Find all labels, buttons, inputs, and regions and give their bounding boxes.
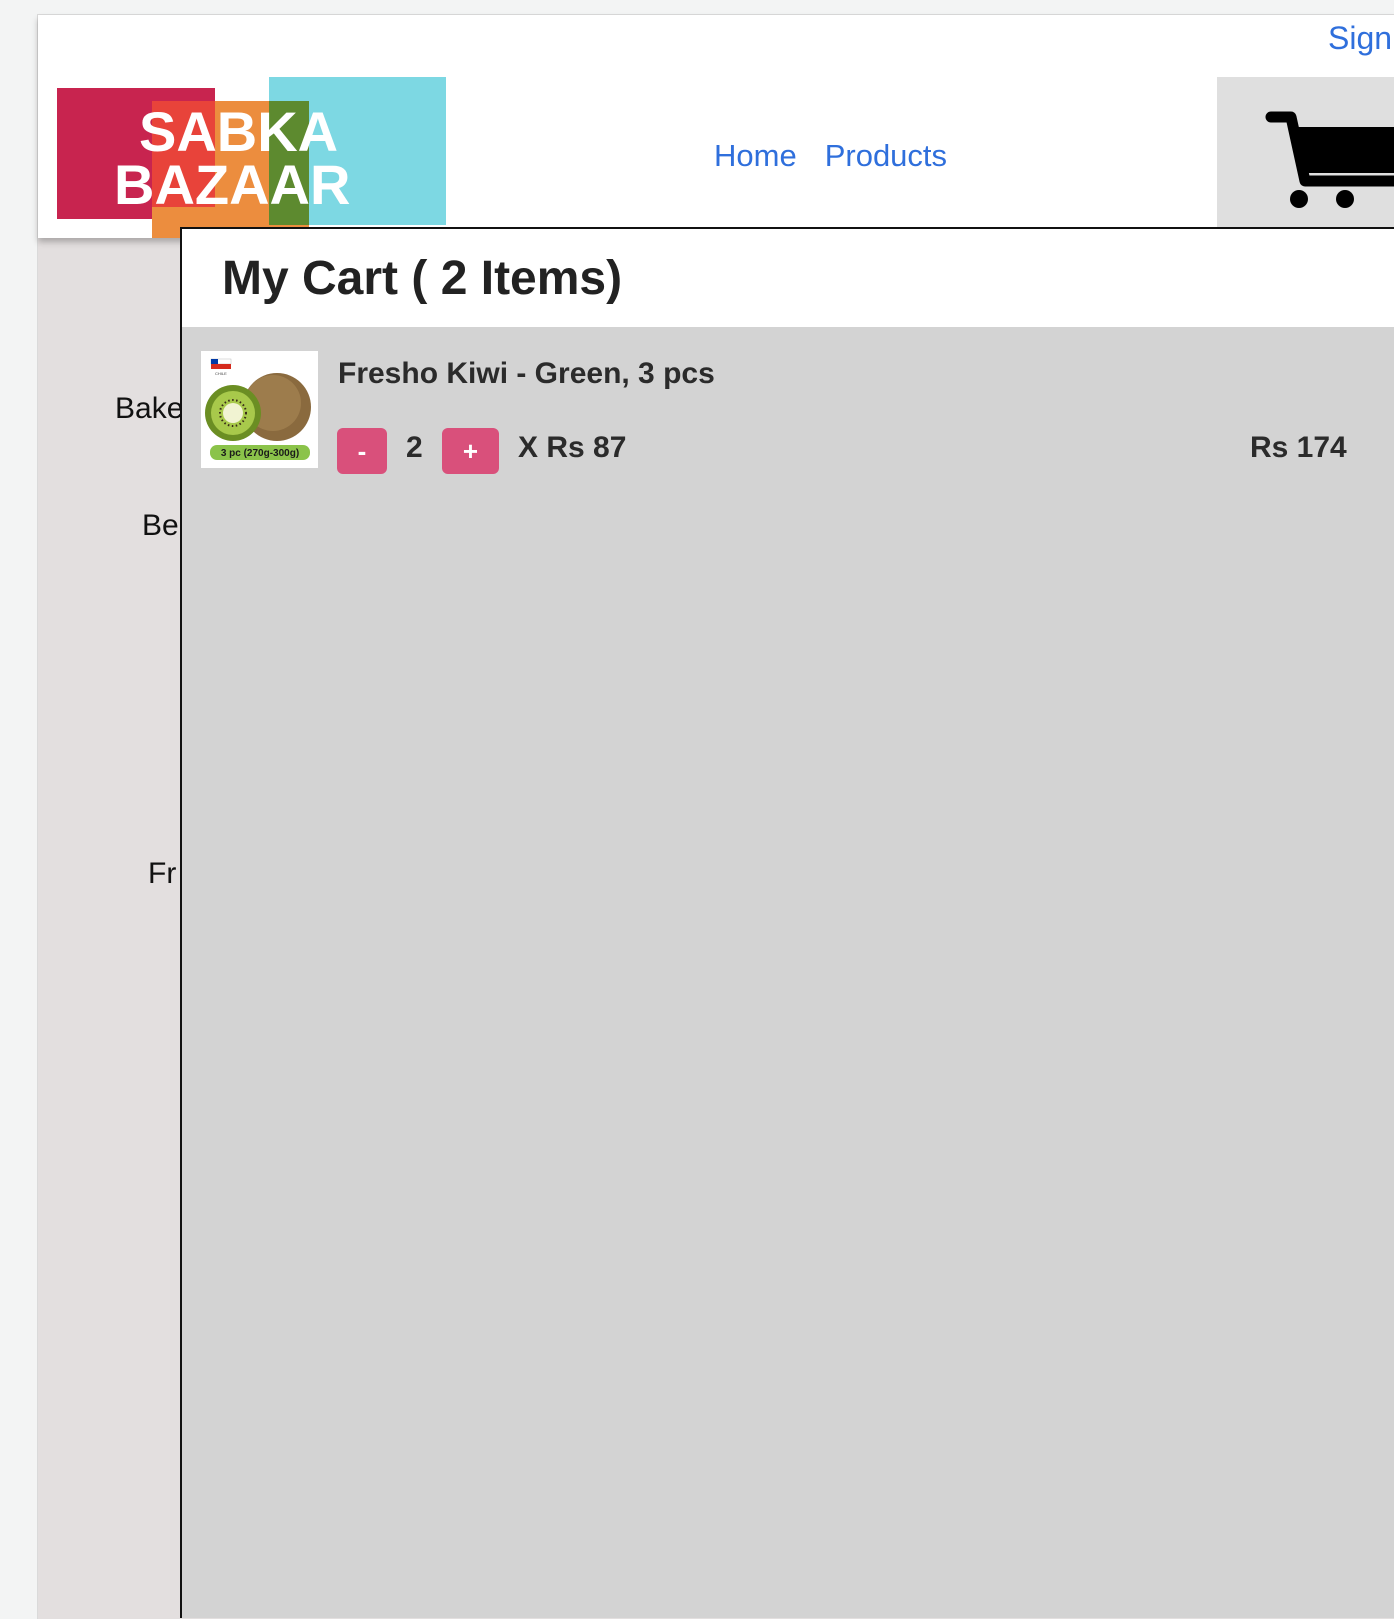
pack-size-label: 3 pc (270g-300g) xyxy=(221,448,299,459)
category-item[interactable]: Be xyxy=(142,509,179,543)
item-quantity: 2 xyxy=(406,431,423,464)
cart-title: My Cart ( 2 Items) xyxy=(222,252,623,305)
category-item[interactable]: Fr xyxy=(148,857,176,891)
nav-home[interactable]: Home xyxy=(714,138,797,174)
item-name: Fresho Kiwi - Green, 3 pcs xyxy=(338,357,715,390)
main-nav: Home Products xyxy=(714,138,947,174)
line-total: Rs 174 xyxy=(1250,431,1347,464)
site-header: Sign SABKA BAZAAR Home Products xyxy=(38,15,1394,238)
decrement-button[interactable]: - xyxy=(337,428,387,474)
cart-panel: My Cart ( 2 Items) CHILE 3 pc (270g-300g… xyxy=(180,227,1394,1618)
cart-icon xyxy=(1265,111,1394,208)
nav-products[interactable]: Products xyxy=(825,138,947,174)
logo-graphic: SABKA BAZAAR xyxy=(57,77,446,238)
unit-price: X Rs 87 xyxy=(518,431,627,464)
logo[interactable]: SABKA BAZAAR xyxy=(57,77,446,238)
product-image: CHILE 3 pc (270g-300g) xyxy=(201,351,318,468)
sign-in-link[interactable]: Sign xyxy=(1328,20,1392,57)
logo-line2: BAZAAR xyxy=(114,153,350,216)
cart-button[interactable] xyxy=(1217,77,1394,238)
increment-button[interactable]: + xyxy=(442,428,499,474)
category-item[interactable]: Bake xyxy=(115,392,183,426)
cart-item: CHILE 3 pc (270g-300g) Fresho Kiwi - Gre… xyxy=(182,327,1394,487)
flag-label: CHILE xyxy=(215,371,227,376)
kiwi-image: CHILE 3 pc (270g-300g) xyxy=(201,351,318,468)
cart-header: My Cart ( 2 Items) xyxy=(182,229,1394,327)
